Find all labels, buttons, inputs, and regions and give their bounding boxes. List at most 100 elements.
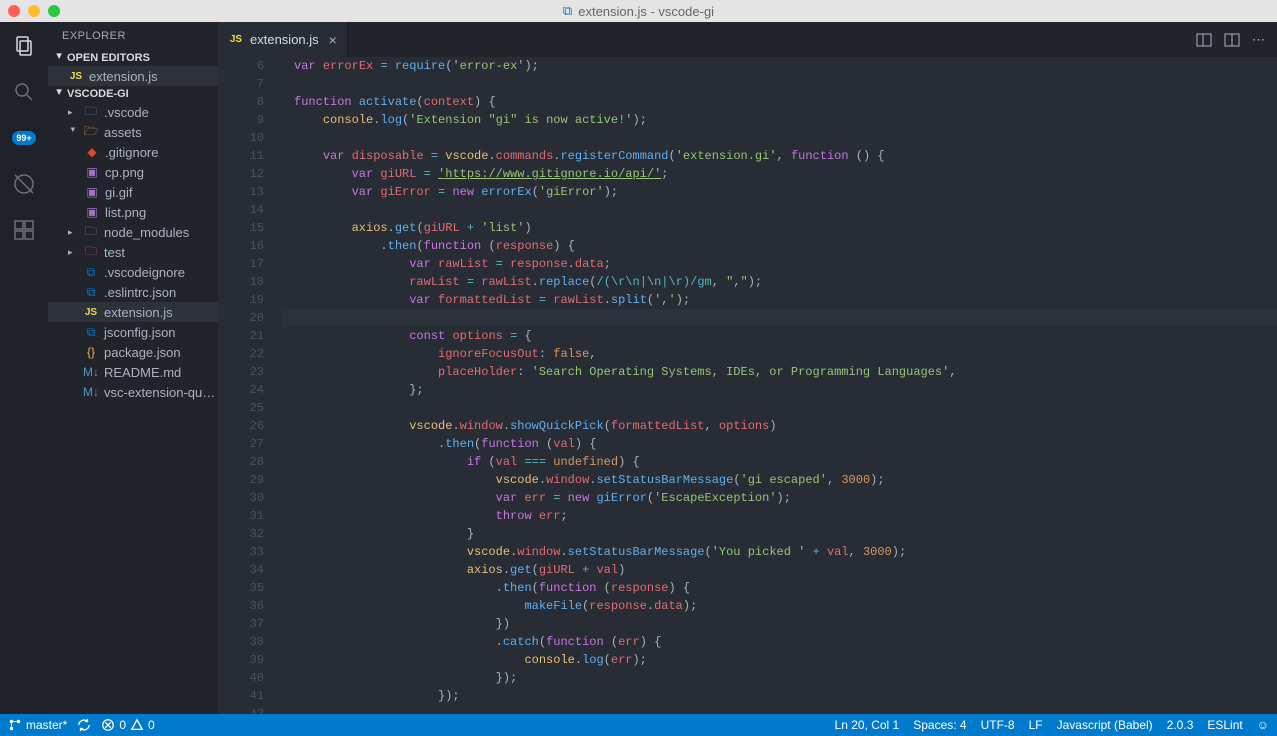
code-line[interactable]: vscode.window.setStatusBarMessage('gi es… [282, 471, 1277, 489]
feedback-icon[interactable]: ☺ [1257, 718, 1269, 732]
chevron-icon: ▸ [68, 127, 79, 137]
code-line[interactable]: .then(function (response) { [282, 579, 1277, 597]
search-icon[interactable] [10, 78, 38, 106]
code-line[interactable]: var err = new giError('EscapeException')… [282, 489, 1277, 507]
tree-item-vsc-extension-qu-[interactable]: M↓vsc-extension-qu… [48, 382, 218, 402]
tree-item-gi-gif[interactable]: ▣gi.gif [48, 182, 218, 202]
tree-item-package-json[interactable]: {}package.json [48, 342, 218, 362]
code-line[interactable]: }); [282, 669, 1277, 687]
code-line[interactable]: placeHolder: 'Search Operating Systems, … [282, 363, 1277, 381]
version[interactable]: 2.0.3 [1167, 718, 1194, 732]
code-line[interactable]: }) [282, 615, 1277, 633]
code-line[interactable]: ignoreFocusOut: false, [282, 345, 1277, 363]
line-number: 15 [218, 219, 264, 237]
code-line[interactable] [282, 705, 1277, 714]
code-line[interactable]: var giURL = 'https://www.gitignore.io/ap… [282, 165, 1277, 183]
indentation[interactable]: Spaces: 4 [913, 718, 966, 732]
gutter: 6789101112131415161718192021222324252627… [218, 57, 282, 714]
code-line[interactable]: var errorEx = require('error-ex'); [282, 57, 1277, 75]
tree-item-extension-js[interactable]: JSextension.js [48, 302, 218, 322]
line-number: 42 [218, 705, 264, 714]
code-line[interactable]: vscode.window.showQuickPick(formattedLis… [282, 417, 1277, 435]
js-icon: JS [228, 32, 244, 48]
code-line[interactable]: console.log('Extension "gi" is now activ… [282, 111, 1277, 129]
close-window-button[interactable] [8, 5, 20, 17]
maximize-window-button[interactable] [48, 5, 60, 17]
source-control-icon[interactable]: 99+ [10, 124, 38, 152]
tree-item-label: extension.js [104, 305, 173, 320]
warning-count: 0 [148, 718, 155, 732]
code-line[interactable]: .then(function (val) { [282, 435, 1277, 453]
window-controls [8, 5, 60, 17]
tree-item-node-modules[interactable]: ▸🗀node_modules [48, 222, 218, 242]
explorer-icon[interactable] [10, 32, 38, 60]
encoding[interactable]: UTF-8 [981, 718, 1015, 732]
code-line[interactable]: axios.get(giURL + val) [282, 561, 1277, 579]
code-line[interactable]: var giError = new errorEx('giError'); [282, 183, 1277, 201]
code-line[interactable]: .catch(function (err) { [282, 633, 1277, 651]
open-editor-item[interactable]: JS extension.js [48, 66, 218, 86]
line-number: 29 [218, 471, 264, 489]
editor[interactable]: 6789101112131415161718192021222324252627… [218, 57, 1277, 714]
code-line[interactable]: }; [282, 381, 1277, 399]
tree-item-README-md[interactable]: M↓README.md [48, 362, 218, 382]
js-icon: JS [68, 68, 84, 84]
code-line[interactable]: var formattedList = rawList.split(','); [282, 291, 1277, 309]
tree-item-test[interactable]: ▸🗀test [48, 242, 218, 262]
line-number: 20 [218, 309, 264, 327]
line-number: 16 [218, 237, 264, 255]
code-line[interactable]: const options = { [282, 327, 1277, 345]
eol[interactable]: LF [1029, 718, 1043, 732]
code-line[interactable]: vscode.window.setStatusBarMessage('You p… [282, 543, 1277, 561]
code-line[interactable]: .then(function (response) { [282, 237, 1277, 255]
tree-item-jsconfig-json[interactable]: ⧉jsconfig.json [48, 322, 218, 342]
layout-icon[interactable] [1224, 32, 1240, 48]
tab-extension-js[interactable]: JS extension.js × [218, 22, 348, 57]
code-line[interactable] [282, 129, 1277, 147]
code-line[interactable] [282, 309, 1277, 327]
more-icon[interactable]: ⋯ [1252, 32, 1265, 48]
minimize-window-button[interactable] [28, 5, 40, 17]
code-line[interactable]: console.log(err); [282, 651, 1277, 669]
tree-item-cp-png[interactable]: ▣cp.png [48, 162, 218, 182]
tree-item--eslintrc-json[interactable]: ⧉.eslintrc.json [48, 282, 218, 302]
code-line[interactable]: makeFile(response.data); [282, 597, 1277, 615]
split-editor-icon[interactable] [1196, 32, 1212, 48]
language-mode[interactable]: Javascript (Babel) [1057, 718, 1153, 732]
code-line[interactable] [282, 399, 1277, 417]
eslint-status[interactable]: ESLint [1207, 718, 1242, 732]
tree-item-list-png[interactable]: ▣list.png [48, 202, 218, 222]
code-line[interactable]: var rawList = response.data; [282, 255, 1277, 273]
project-header[interactable]: ▸ VSCODE-GI [48, 86, 218, 102]
code-line[interactable] [282, 201, 1277, 219]
tree-item--vscodeignore[interactable]: ⧉.vscodeignore [48, 262, 218, 282]
code-line[interactable]: function activate(context) { [282, 93, 1277, 111]
code-line[interactable]: if (val === undefined) { [282, 453, 1277, 471]
code-line[interactable]: var disposable = vscode.commands.registe… [282, 147, 1277, 165]
extensions-icon[interactable] [10, 216, 38, 244]
tree-item-label: README.md [104, 365, 181, 380]
tree-item--vscode[interactable]: ▸🗀.vscode [48, 102, 218, 122]
code-line[interactable]: rawList = rawList.replace(/(\r\n|\n|\r)/… [282, 273, 1277, 291]
code-line[interactable]: axios.get(giURL + 'list') [282, 219, 1277, 237]
tree-item-label: list.png [105, 205, 146, 220]
code-line[interactable]: } [282, 525, 1277, 543]
line-number: 33 [218, 543, 264, 561]
cursor-position[interactable]: Ln 20, Col 1 [835, 718, 900, 732]
folder-icon: 🗀 [83, 104, 99, 120]
tree-item-label: cp.png [105, 165, 144, 180]
sync-icon[interactable] [77, 718, 91, 732]
tree-item--gitignore[interactable]: ◆.gitignore [48, 142, 218, 162]
close-icon[interactable]: × [329, 32, 337, 48]
open-editors-header[interactable]: ▸ OPEN EDITORS [48, 50, 218, 66]
line-number: 7 [218, 75, 264, 93]
errors-warnings[interactable]: 0 0 [101, 718, 154, 732]
code-line[interactable] [282, 75, 1277, 93]
debug-icon[interactable] [10, 170, 38, 198]
tree-item-assets[interactable]: ▸🗁assets [48, 122, 218, 142]
code-line[interactable]: }); [282, 687, 1277, 705]
git-branch[interactable]: master* [8, 718, 67, 732]
line-number: 19 [218, 291, 264, 309]
code-content[interactable]: var errorEx = require('error-ex'); functi… [282, 57, 1277, 714]
code-line[interactable]: throw err; [282, 507, 1277, 525]
